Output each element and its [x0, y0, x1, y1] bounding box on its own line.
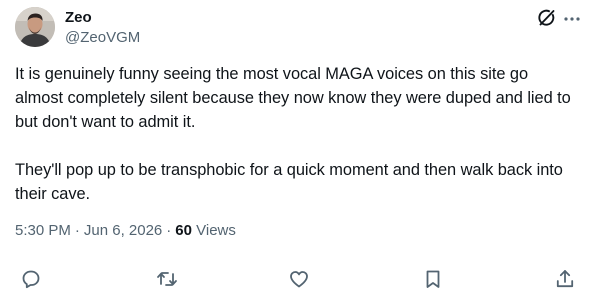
- meta-separator: ·: [166, 222, 172, 239]
- action-bar: [0, 268, 592, 292]
- author-name[interactable]: Zeo: [65, 8, 92, 28]
- tweet-text: It is genuinely funny seeing the most vo…: [15, 65, 571, 203]
- tweet-date[interactable]: Jun 6, 2026: [84, 222, 162, 239]
- author-handle[interactable]: @ZeoVGM: [65, 28, 140, 48]
- avatar[interactable]: [15, 7, 55, 47]
- tweet-time[interactable]: 5:30 PM: [15, 222, 71, 239]
- share-icon[interactable]: [554, 268, 576, 290]
- meta-separator: ·: [74, 222, 80, 239]
- more-icon[interactable]: [562, 8, 582, 28]
- grok-icon[interactable]: [536, 8, 556, 28]
- views-count: 60: [175, 222, 192, 239]
- tweet-card: Zeo @ZeoVGM It is genuinely funny seeing…: [0, 0, 592, 306]
- like-icon[interactable]: [288, 268, 310, 290]
- bookmark-icon[interactable]: [422, 268, 444, 290]
- views-label: Views: [196, 222, 236, 239]
- reply-icon[interactable]: [20, 268, 42, 290]
- retweet-icon[interactable]: [156, 268, 178, 290]
- tweet-meta: 5:30 PM · Jun 6, 2026 · 60 Views: [15, 221, 236, 241]
